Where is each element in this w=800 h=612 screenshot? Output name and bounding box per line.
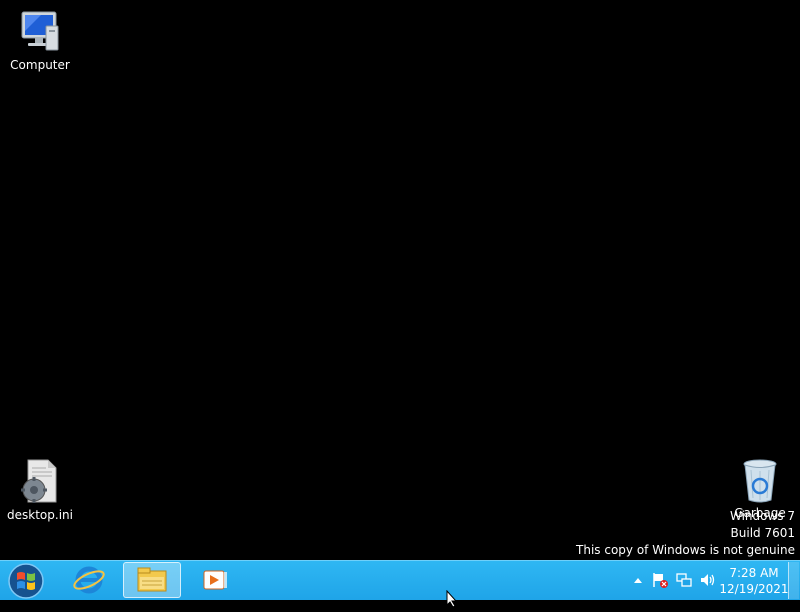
watermark-line-genuine: This copy of Windows is not genuine xyxy=(576,543,795,557)
clock-time: 7:28 AM xyxy=(729,566,779,580)
desktop-icon-computer[interactable]: Computer xyxy=(0,8,80,72)
desktop-icon-desktop-ini[interactable]: desktop.ini xyxy=(0,458,80,522)
clock-date: 12/19/2021 xyxy=(719,582,789,596)
mouse-cursor-icon xyxy=(446,589,458,608)
desktop[interactable]: Computer desktop.ini Garbage Windows 7 B… xyxy=(0,0,800,560)
desktop-icon-label: Computer xyxy=(10,58,70,72)
action-center-flag-icon[interactable] xyxy=(651,571,669,589)
taskbar-clock[interactable]: 7:28 AM 12/19/2021 xyxy=(716,565,792,597)
internet-explorer-icon xyxy=(73,566,105,594)
media-player-icon xyxy=(203,570,227,590)
watermark-line-build: Build 7601 xyxy=(730,526,795,540)
computer-icon xyxy=(16,8,64,56)
taskbar[interactable]: 7:28 AM 12/19/2021 xyxy=(0,560,800,600)
file-explorer-icon xyxy=(137,567,167,592)
windows-watermark: Windows 7 Build 7601 This copy of Window… xyxy=(576,508,795,559)
start-button[interactable] xyxy=(6,562,46,600)
taskbar-button-media-player[interactable] xyxy=(186,562,244,598)
taskbar-button-internet-explorer[interactable] xyxy=(60,562,118,598)
taskbar-button-file-explorer[interactable] xyxy=(123,562,181,598)
show-hidden-icons-arrow[interactable] xyxy=(629,571,647,589)
show-desktop-button[interactable] xyxy=(788,562,799,599)
recycle-bin-icon xyxy=(736,456,784,504)
config-file-icon xyxy=(16,458,64,506)
watermark-line-os: Windows 7 xyxy=(729,509,795,523)
volume-icon[interactable] xyxy=(699,571,717,589)
windows-logo-icon xyxy=(8,563,44,599)
desktop-icon-label: desktop.ini xyxy=(7,508,73,522)
network-icon[interactable] xyxy=(675,571,693,589)
